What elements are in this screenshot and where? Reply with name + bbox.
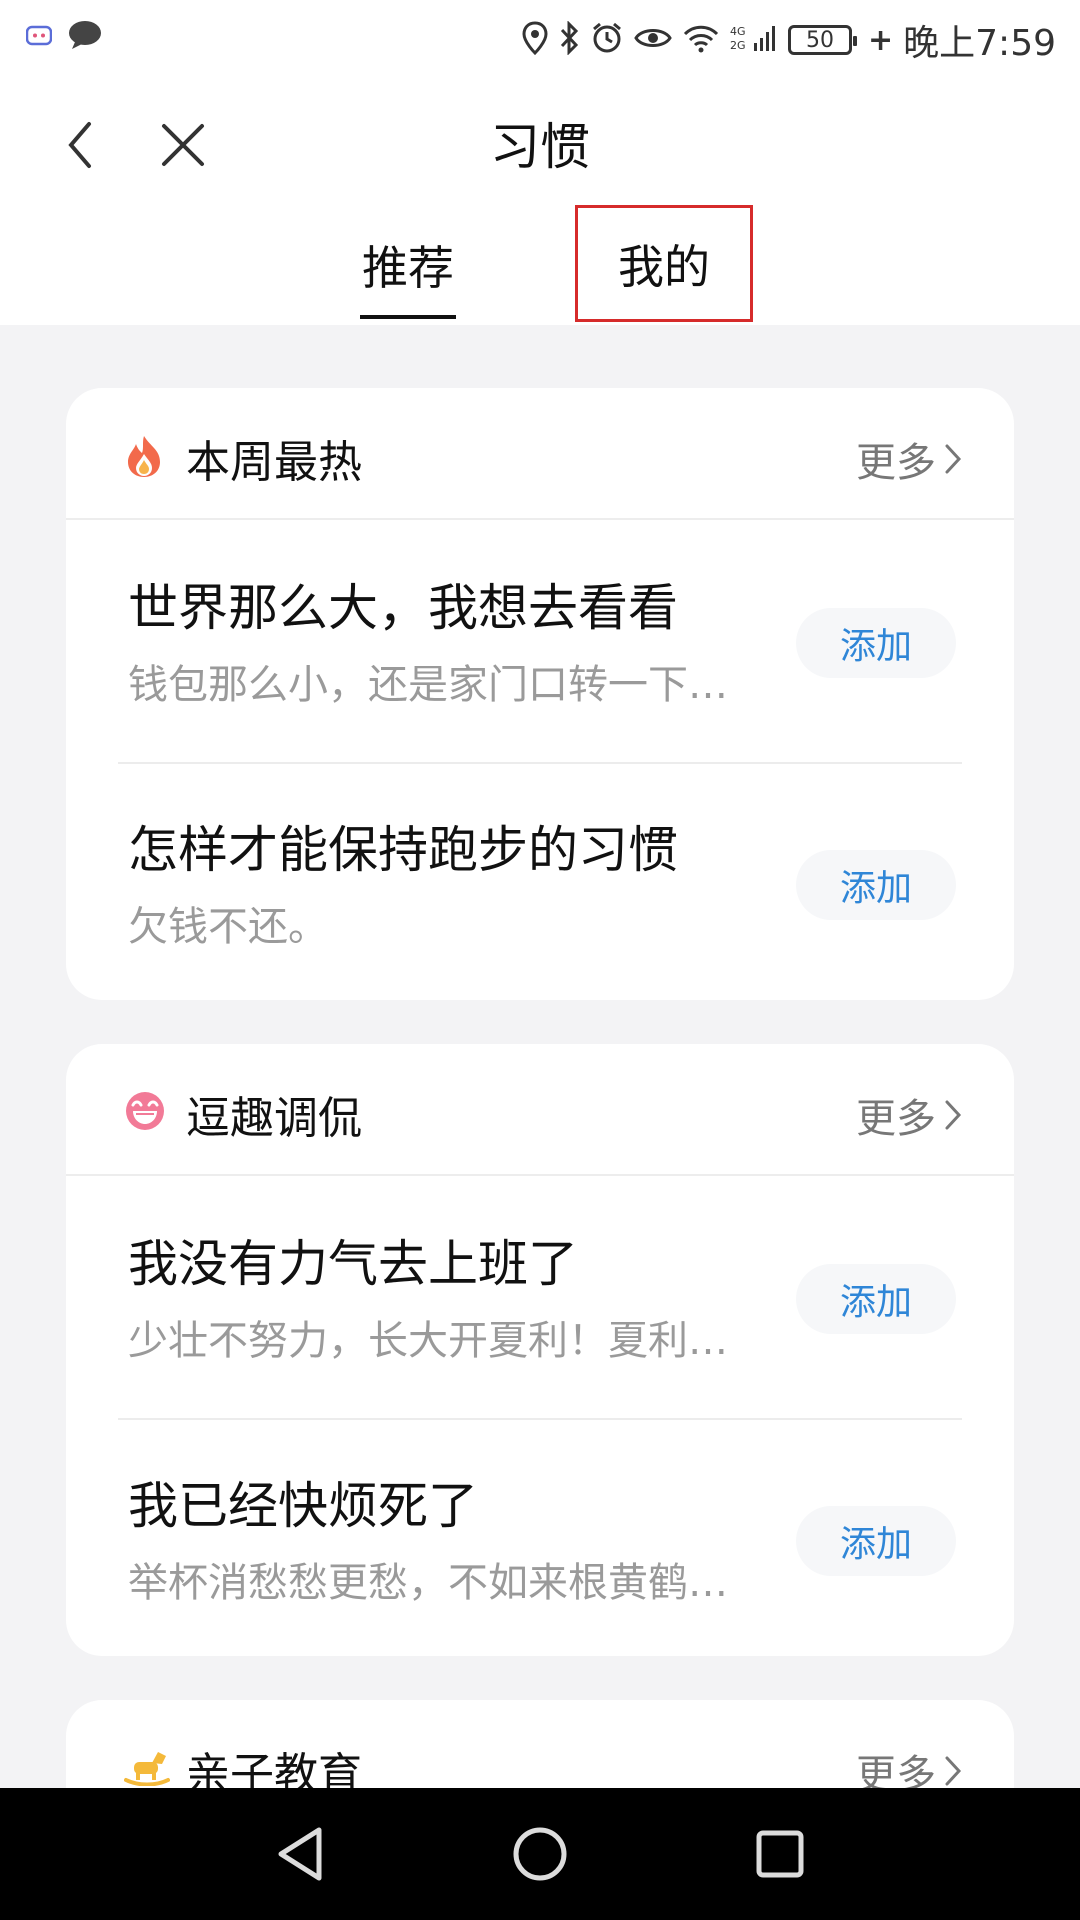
item-title: 我已经快烦死了 xyxy=(128,1477,478,1535)
more-link[interactable]: 更多 xyxy=(856,1086,962,1144)
section-title: 本周最热 xyxy=(186,437,362,488)
more-label: 更多 xyxy=(856,1096,936,1142)
tab-mine-label: 我的 xyxy=(618,239,710,294)
status-left-icons xyxy=(25,20,102,54)
bot-icon xyxy=(25,24,53,50)
alarm-icon xyxy=(590,21,624,59)
list-item[interactable]: 怎样才能保持跑步的习惯 欠钱不还。 添加 xyxy=(66,762,1014,1000)
battery-level: 50 xyxy=(806,27,835,53)
add-button[interactable]: 添加 xyxy=(796,608,956,678)
more-label: 更多 xyxy=(856,440,936,486)
back-triangle-icon xyxy=(278,1827,322,1881)
recent-square-icon xyxy=(756,1830,804,1878)
nav-back-button[interactable] xyxy=(264,1818,336,1890)
signal-icon: 4G 2G xyxy=(730,23,778,57)
item-subtitle: 欠钱不还。 xyxy=(128,904,328,950)
nav-recent-button[interactable] xyxy=(744,1818,816,1890)
list-item[interactable]: 世界那么大，我想去看看 钱包那么小，还是家门口转一下… 添加 xyxy=(66,520,1014,762)
tab-recommend-label: 推荐 xyxy=(362,241,454,295)
more-link[interactable]: 更多 xyxy=(856,430,962,488)
add-button[interactable]: 添加 xyxy=(796,1264,956,1334)
location-icon xyxy=(522,21,548,59)
chevron-right-icon xyxy=(945,1100,962,1130)
status-right-icons: 4G 2G 50 + 晚上7:59 xyxy=(522,14,1056,66)
chevron-right-icon xyxy=(945,1756,962,1786)
rocking-horse-icon xyxy=(124,1746,170,1790)
tab-recommend[interactable]: 推荐 xyxy=(360,205,456,325)
status-time: 晚上7:59 xyxy=(903,23,1056,64)
add-button[interactable]: 添加 xyxy=(796,1506,956,1576)
home-circle-icon xyxy=(513,1827,567,1881)
status-bar: 4G 2G 50 + 晚上7:59 xyxy=(0,0,1080,75)
tab-bar: 推荐 我的 xyxy=(0,205,1080,325)
eye-icon xyxy=(634,25,672,55)
bluetooth-icon xyxy=(558,20,580,59)
item-title: 怎样才能保持跑步的习惯 xyxy=(128,821,678,879)
grin-face-icon xyxy=(124,1090,164,1134)
svg-text:4G: 4G xyxy=(730,25,746,38)
list-item[interactable]: 我已经快烦死了 举杯消愁愁更愁，不如来根黄鹤… 添加 xyxy=(66,1418,1014,1656)
section-title: 逗趣调侃 xyxy=(186,1093,362,1144)
chat-bubble-icon xyxy=(68,20,102,54)
charging-plus-icon: + xyxy=(868,22,894,58)
system-nav-bar xyxy=(0,1788,1080,1920)
add-button[interactable]: 添加 xyxy=(796,850,956,920)
item-subtitle: 钱包那么小，还是家门口转一下… xyxy=(128,662,728,708)
active-tab-indicator xyxy=(360,315,456,319)
page-title: 习惯 xyxy=(490,118,590,176)
item-subtitle: 少壮不努力，长大开夏利！夏利… xyxy=(128,1318,728,1364)
fire-icon xyxy=(124,434,164,478)
wifi-icon xyxy=(682,23,720,57)
section-card-funny: 逗趣调侃 更多 我没有力气去上班了 少壮不努力，长大开夏利！夏利… 添加 我已经… xyxy=(66,1044,1014,1656)
tab-mine[interactable]: 我的 xyxy=(575,205,753,322)
svg-text:2G: 2G xyxy=(730,39,746,52)
list-item[interactable]: 我没有力气去上班了 少壮不努力，长大开夏利！夏利… 添加 xyxy=(66,1176,1014,1418)
battery-icon: 50 xyxy=(788,25,858,55)
app-header: 习惯 推荐 我的 xyxy=(0,75,1080,325)
section-card-hot: 本周最热 更多 世界那么大，我想去看看 钱包那么小，还是家门口转一下… 添加 怎… xyxy=(66,388,1014,1000)
item-subtitle: 举杯消愁愁更愁，不如来根黄鹤… xyxy=(128,1560,728,1606)
chevron-right-icon xyxy=(945,444,962,474)
item-title: 我没有力气去上班了 xyxy=(128,1235,578,1293)
nav-home-button[interactable] xyxy=(504,1818,576,1890)
section-header: 本周最热 更多 xyxy=(66,388,1014,520)
item-title: 世界那么大，我想去看看 xyxy=(128,579,678,637)
section-header: 逗趣调侃 更多 xyxy=(66,1044,1014,1176)
